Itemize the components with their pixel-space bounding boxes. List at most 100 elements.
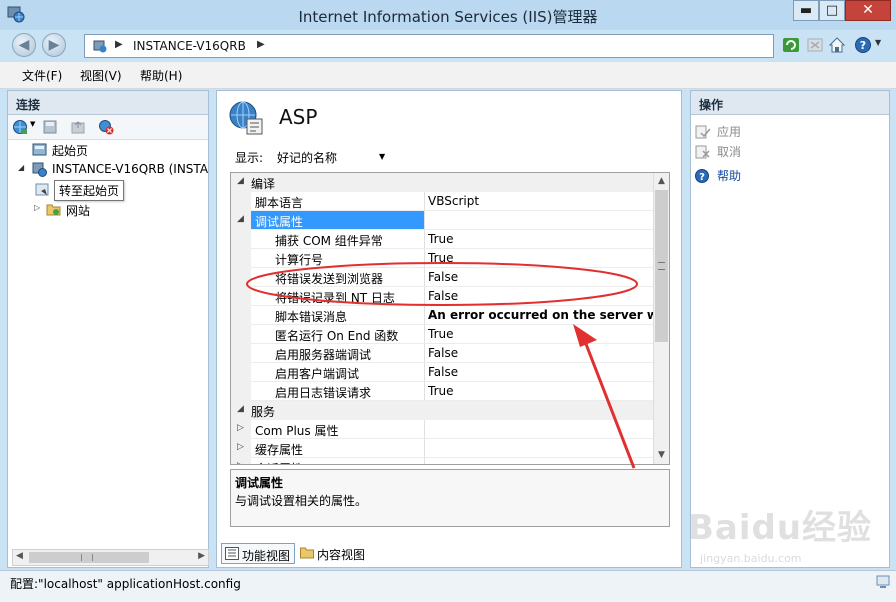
action-cancel[interactable]: 取消 [695,143,741,160]
connections-horizontal-scrollbar[interactable]: ◀ ▶ [12,549,209,566]
help-dropdown-icon[interactable]: ▼ [875,38,893,56]
address-bar[interactable]: ▶ INSTANCE-V16QRB ▶ [84,34,774,58]
category-row[interactable]: ◢ 服务 [231,401,655,420]
actions-header: 操作 [691,91,889,115]
disconnect-icon[interactable] [98,119,114,135]
property-value[interactable]: False [428,346,458,360]
column-divider [424,268,425,287]
property-value[interactable]: VBScript [428,194,479,208]
column-divider [424,192,425,211]
scrollbar-thumb[interactable] [655,190,668,342]
action-label: 帮助 [717,169,742,183]
property-row[interactable]: 启用客户端调试 False [231,363,655,382]
scroll-left-icon[interactable]: ◀ [16,551,23,561]
collapse-triangle-icon[interactable]: ◢ [237,176,244,186]
property-grid: ◢ 编译 脚本语言 VBScript ◢ 调试属性 捕获 COM 组件异常 True 计算行号 T… [230,172,670,465]
features-view-icon [225,547,239,560]
property-row[interactable]: 启用服务器端调试 False [231,344,655,363]
display-label: 显示: [235,151,264,165]
scrollbar-thumb[interactable] [29,552,149,563]
column-divider [424,306,425,325]
property-value[interactable]: True [428,232,454,246]
expand-triangle-icon[interactable]: ▷ [237,442,244,452]
menu-file[interactable]: 文件(F) [22,67,62,84]
globe-connect-icon[interactable] [12,119,28,135]
property-row[interactable]: 启用日志错误请求 True [231,382,655,401]
tab-content-view[interactable]: 内容视图 [297,543,369,564]
property-value[interactable]: False [428,365,458,379]
category-row[interactable]: ◢ 编译 [231,173,655,192]
property-value[interactable]: An error occurred on the server wher [428,308,669,322]
column-divider [424,230,425,249]
property-value[interactable]: False [428,289,458,303]
action-label: 应用 [717,125,742,139]
property-value[interactable]: True [428,251,454,265]
property-row[interactable]: 计算行号 True [231,249,655,268]
status-bar: 配置:"localhost" applicationHost.config [0,570,896,602]
collapse-triangle-icon[interactable]: ◢ [18,163,24,172]
tree-item-sites[interactable]: ▷ 网站 [32,201,202,219]
display-mode-select[interactable]: 好记的名称 [277,149,337,166]
scroll-right-icon[interactable]: ▶ [198,551,205,561]
property-name: 计算行号 [275,253,324,267]
help-icon[interactable]: ? [854,36,872,54]
row-gutter [231,325,251,344]
save-icon[interactable] [42,119,58,135]
property-grid-scrollbar[interactable]: ▲ ▼ [653,173,669,464]
scroll-down-icon[interactable]: ▼ [654,447,669,463]
stop-icon[interactable] [806,36,824,54]
column-divider [424,287,425,306]
property-row[interactable]: 将错误记录到 NT 日志 False [231,287,655,306]
action-apply[interactable]: 应用 [695,123,741,140]
row-gutter [231,287,251,306]
forward-button[interactable]: ▶ [42,33,66,57]
dropdown-arrow-icon[interactable]: ▼ [379,152,385,161]
content-view-icon [300,547,314,559]
category-row[interactable]: ▷ 会话属性 [231,458,655,464]
tab-features-view[interactable]: 功能视图 [221,543,296,564]
menu-help[interactable]: 帮助(H) [140,67,182,84]
breadcrumb-server[interactable]: INSTANCE-V16QRB [133,39,246,53]
property-value[interactable]: False [428,270,458,284]
tab-label: 功能视图 [242,549,291,563]
column-divider [424,344,425,363]
connect-dropdown-icon[interactable]: ▼ [30,120,35,128]
row-gutter [231,382,251,401]
action-help[interactable]: ? 帮助 [695,167,741,184]
property-row[interactable]: 匿名运行 On End 函数 True [231,325,655,344]
collapse-triangle-icon[interactable]: ◢ [237,214,244,224]
home-icon[interactable] [828,36,846,54]
breadcrumb-separator-icon[interactable]: ▶ [257,39,265,50]
connections-header: 连接 [8,91,208,115]
property-row[interactable]: 将错误发送到浏览器 False [231,268,655,287]
expand-triangle-icon[interactable]: ▷ [237,461,244,464]
property-value[interactable]: True [428,384,454,398]
collapse-triangle-icon[interactable]: ◢ [237,404,244,414]
back-button[interactable]: ◀ [12,33,36,57]
expand-triangle-icon[interactable]: ▷ [34,203,40,212]
refresh-icon[interactable] [782,36,800,54]
property-name: 启用日志错误请求 [275,386,372,400]
property-row[interactable]: 脚本语言 VBScript [231,192,655,211]
category-row[interactable]: ▷ Com Plus 属性 [231,420,655,439]
menu-view[interactable]: 视图(V) [80,67,122,84]
minimize-button[interactable]: ▬ [793,0,819,21]
category-row[interactable]: ◢ 调试属性 [231,211,655,230]
property-row[interactable]: 脚本错误消息 An error occurred on the server wh… [231,306,669,325]
property-row[interactable]: 捕获 COM 组件异常 True [231,230,655,249]
maximize-button[interactable]: □ [819,0,845,21]
up-level-icon[interactable] [70,119,86,135]
tree-item-start-page[interactable]: 起始页 [18,141,198,159]
description-title: 调试属性 [235,476,284,490]
scroll-up-icon[interactable]: ▲ [654,173,669,189]
server-icon [93,40,107,53]
svg-text:?: ? [699,172,705,183]
menu-bar: 文件(F) 视图(V) 帮助(H) [0,62,896,89]
expand-triangle-icon[interactable]: ▷ [237,423,244,433]
property-value[interactable]: True [428,327,454,341]
server-icon [32,162,47,177]
close-button[interactable]: ✕ [845,0,891,21]
property-name: 启用客户端调试 [275,367,360,381]
category-row[interactable]: ▷ 缓存属性 [231,439,655,458]
tree-item-server[interactable]: ◢ INSTANCE-V16QRB (INSTA [18,161,208,179]
